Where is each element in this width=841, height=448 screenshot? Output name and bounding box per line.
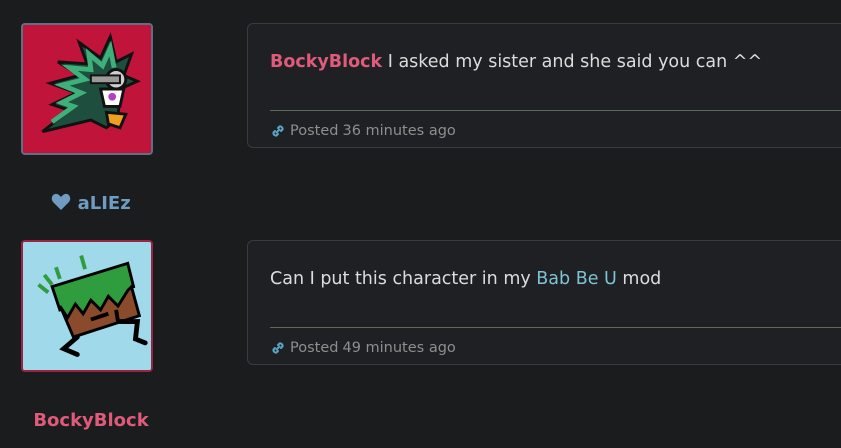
post-time: 49 minutes ago <box>342 340 456 356</box>
avatar-aliez[interactable] <box>21 23 153 155</box>
post-message-text: I asked my sister and she said you can ^… <box>382 52 763 72</box>
username-label: BockyBlock <box>33 410 149 431</box>
post-message-2: Can I put this character in my Bab Be U … <box>270 269 661 289</box>
post-meta-1[interactable]: Posted 36 minutes ago <box>270 123 456 139</box>
post-time: 36 minutes ago <box>342 123 456 139</box>
post-message-suffix: mod <box>616 269 662 289</box>
post-divider <box>270 327 841 328</box>
username-bockyblock[interactable]: BockyBlock <box>21 410 161 431</box>
avatar-bockyblock[interactable] <box>21 240 153 372</box>
post-message-prefix: Can I put this character in my <box>270 269 537 289</box>
post-bubble-1: BockyBlock I asked my sister and she sai… <box>247 23 841 148</box>
username-aliez[interactable]: aLIEz <box>21 193 161 216</box>
posted-label: Posted <box>290 340 339 356</box>
mention-bockyblock[interactable]: BockyBlock <box>270 52 382 72</box>
link-icon <box>270 340 286 356</box>
posted-label: Posted <box>290 123 339 139</box>
post-meta-2[interactable]: Posted 49 minutes ago <box>270 340 456 356</box>
link-icon <box>270 123 286 139</box>
avatar-aliez-image <box>23 25 151 153</box>
heart-icon <box>51 193 71 216</box>
post-message-1: BockyBlock I asked my sister and she sai… <box>270 52 762 72</box>
avatar-bockyblock-image <box>23 242 151 370</box>
message-link-bab-be-u[interactable]: Bab Be U <box>536 269 617 289</box>
post-bubble-2: Can I put this character in my Bab Be U … <box>247 240 841 365</box>
username-label: aLIEz <box>77 193 131 214</box>
post-divider <box>270 110 841 111</box>
